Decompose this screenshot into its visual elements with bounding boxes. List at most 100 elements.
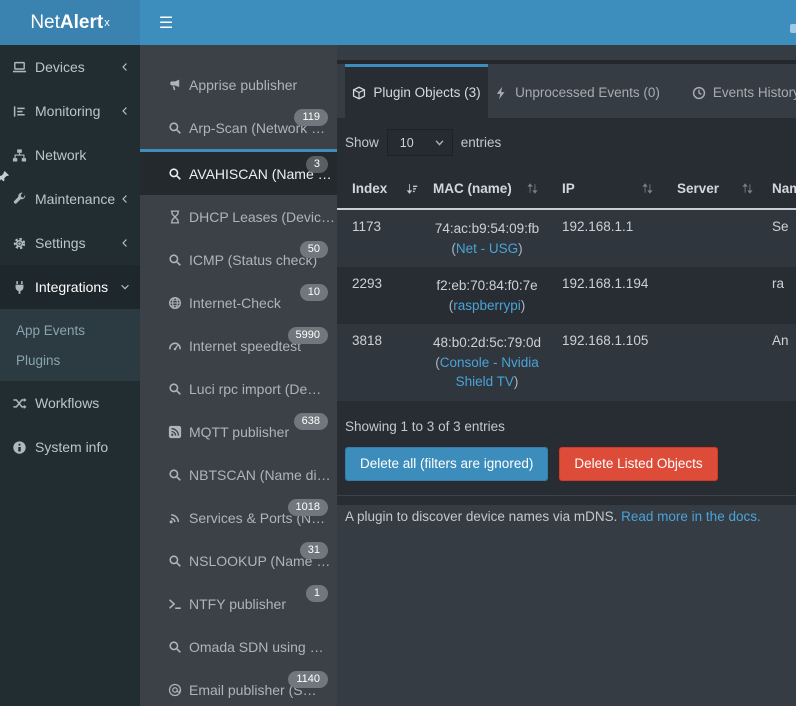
column-label: Name	[772, 181, 796, 196]
hamburger-icon: ☰	[159, 13, 173, 33]
laptop-icon	[12, 60, 27, 75]
submenu-item-label: Plugins	[16, 353, 60, 368]
bolt-icon	[494, 86, 508, 100]
sidebar-item-label: Workflows	[35, 395, 130, 411]
plugin-count-badge: 3	[306, 156, 328, 173]
sidebar-item-label: Network	[35, 147, 130, 163]
sidebar-item-integrations[interactable]: Integrations	[0, 265, 140, 309]
chevron-left-icon	[120, 238, 130, 248]
globe-icon	[168, 296, 182, 310]
page-length-select[interactable]: 10	[387, 129, 453, 156]
delete-all-button[interactable]: Delete all (filters are ignored)	[345, 447, 548, 481]
chevron-left-icon	[120, 194, 130, 204]
sidebar-item-settings[interactable]: Settings	[0, 221, 140, 265]
navbar-user-icon[interactable]	[790, 24, 796, 33]
search-icon	[168, 640, 182, 654]
plugin-item-omada-sdn[interactable]: Omada SDN using …	[140, 625, 337, 668]
device-link[interactable]: Console - Nvidia Shield TV	[440, 355, 539, 390]
plug-icon	[12, 280, 27, 295]
plugin-item-icmp[interactable]: ICMP (Status check) 50	[140, 238, 337, 281]
plugin-item-label: NTFY publisher	[189, 596, 286, 612]
delete-listed-button[interactable]: Delete Listed Objects	[559, 447, 717, 481]
rss-icon	[168, 425, 182, 439]
sidebar-item-system-info[interactable]: System info	[0, 425, 140, 469]
tab-label: Events History (6)	[713, 85, 796, 100]
search-icon	[168, 167, 182, 181]
app-logo[interactable]: NetAlertx	[0, 0, 140, 45]
tab-plugin-objects[interactable]: Plugin Objects (3)	[345, 64, 488, 118]
tab-bar: Plugin Objects (3) Unprocessed Events (0…	[337, 64, 796, 118]
plugin-item-ntfy-publisher[interactable]: NTFY publisher 1	[140, 582, 337, 625]
top-navbar: NetAlertx ☰	[0, 0, 796, 45]
plugin-item-apprise-publisher[interactable]: Apprise publisher	[140, 63, 337, 106]
sidebar-item-label: Settings	[35, 235, 120, 251]
bar-chart-icon	[12, 104, 27, 119]
column-label: IP	[562, 181, 575, 196]
submenu-item-plugins[interactable]: Plugins	[0, 345, 140, 375]
cell-name: An	[762, 324, 796, 401]
plugin-objects-panel: Show 10 entries Index MAC (name)	[337, 118, 796, 505]
device-link[interactable]: raspberrypi	[453, 298, 521, 313]
cell-server	[662, 324, 762, 401]
sidebar-item-label: System info	[35, 439, 130, 455]
column-header-mac[interactable]: MAC (name)	[427, 169, 547, 209]
at-icon	[168, 683, 182, 697]
plugin-item-avahiscan[interactable]: AVAHISCAN (Name … 3	[140, 149, 337, 195]
plugin-item-dhcp-leases[interactable]: DHCP Leases (Devic…	[140, 195, 337, 238]
plugin-item-label: DHCP Leases (Devic…	[189, 209, 335, 225]
search-icon	[168, 554, 182, 568]
sidebar-item-devices[interactable]: Devices	[0, 45, 140, 89]
sort-icon	[641, 182, 654, 195]
paren: )	[521, 298, 526, 313]
clock-icon	[692, 86, 706, 100]
sidebar-item-label: Devices	[35, 59, 120, 75]
table-summary: Showing 1 to 3 of 3 entries	[345, 419, 796, 434]
plugin-item-label: NBTSCAN (Name di…	[189, 467, 331, 483]
device-link[interactable]: Net - USG	[456, 241, 518, 256]
plugin-item-label: Internet speedtest	[189, 338, 301, 354]
sort-asc-icon	[406, 182, 419, 195]
cell-server	[662, 209, 762, 267]
sidebar-item-maintenance[interactable]: Maintenance	[0, 177, 140, 221]
plugin-item-mqtt-publisher[interactable]: MQTT publisher 638	[140, 410, 337, 453]
plugin-item-nbtscan[interactable]: NBTSCAN (Name di…	[140, 453, 337, 496]
plugin-item-luci-rpc-import[interactable]: Luci rpc import (De…	[140, 367, 337, 410]
column-label: Server	[677, 181, 719, 196]
plugin-item-arp-scan[interactable]: Arp-Scan (Network … 119	[140, 106, 337, 149]
cell-name: Se	[762, 209, 796, 267]
sidebar-item-network[interactable]: Network	[0, 133, 140, 177]
submenu-item-app-events[interactable]: App Events	[0, 315, 140, 345]
tab-unprocessed-events[interactable]: Unprocessed Events (0)	[488, 64, 666, 118]
cell-mac: f2:eb:70:84:f0:7e (raspberrypi)	[427, 267, 547, 324]
sidebar-item-label: Maintenance	[35, 191, 120, 207]
sidebar-item-monitoring[interactable]: Monitoring	[0, 89, 140, 133]
column-header-ip[interactable]: IP	[547, 169, 662, 209]
sidebar-item-workflows[interactable]: Workflows	[0, 381, 140, 425]
plugin-count-badge: 119	[294, 109, 328, 126]
column-header-server[interactable]: Server	[662, 169, 762, 209]
docs-link[interactable]: Read more in the docs.	[621, 509, 761, 524]
cell-server	[662, 267, 762, 324]
plugin-count-badge: 1140	[288, 671, 328, 688]
plugin-item-internet-check[interactable]: Internet-Check 10	[140, 281, 337, 324]
show-label: Show	[345, 135, 379, 150]
sort-icon	[741, 182, 754, 195]
plugin-item-internet-speedtest[interactable]: Internet speedtest 5990	[140, 324, 337, 367]
sidebar-item-label: Monitoring	[35, 103, 120, 119]
tab-events-history[interactable]: Events History (6)	[666, 64, 796, 118]
cell-index: 3818	[337, 324, 427, 401]
search-icon	[168, 468, 182, 482]
column-header-index[interactable]: Index	[337, 169, 427, 209]
plugin-count-badge: 10	[300, 284, 328, 301]
submenu-item-label: App Events	[16, 323, 85, 338]
plugin-item-email-publisher[interactable]: Email publisher (S… 1140	[140, 668, 337, 706]
plugin-nav-column: Apprise publisher Arp-Scan (Network … 11…	[140, 45, 337, 706]
table-row: 2293 f2:eb:70:84:f0:7e (raspberrypi) 192…	[337, 267, 796, 324]
plugin-item-services-ports[interactable]: Services & Ports (N… 1018	[140, 496, 337, 539]
signal-icon	[168, 511, 182, 525]
plugin-item-nslookup[interactable]: NSLOOKUP (Name … 31	[140, 539, 337, 582]
column-label: Index	[352, 181, 387, 196]
sidebar-toggle-button[interactable]: ☰	[150, 0, 182, 45]
tab-label: Unprocessed Events (0)	[515, 85, 660, 100]
column-header-name[interactable]: Name	[762, 169, 796, 209]
